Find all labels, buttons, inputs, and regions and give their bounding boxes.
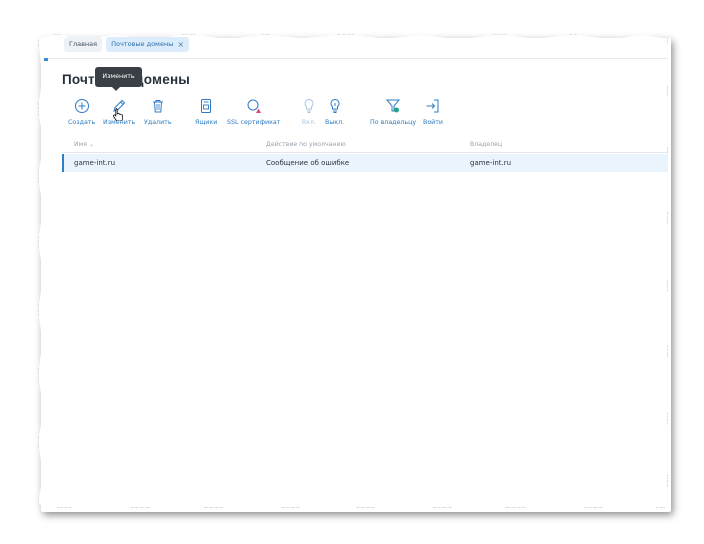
login-button[interactable]: Войти [423,98,443,126]
login-icon [426,99,439,113]
plus-circle-icon [74,99,89,113]
sort-chevron-icon: ⌄ [89,141,95,148]
cell-default-action: Сообщение об ошибке [266,159,350,167]
cell-name: game-int.ru [74,159,116,167]
tab-home[interactable]: Главная [64,37,103,52]
mailboxes-button[interactable]: Ящики [195,98,217,126]
create-button[interactable]: Создать [68,98,95,126]
edit-tooltip: Изменить [95,67,142,91]
tab-mail-domains[interactable]: Почтовые домены × [106,37,190,52]
table-header: Имя ⌄ Действие по умолчанию Владелец [62,138,668,153]
login-label: Войти [423,119,444,126]
filter-icon [386,99,401,113]
bulb-on-icon [304,98,314,113]
filter-by-owner-button[interactable]: По владельцу [370,98,416,126]
column-header-name-label: Имя [74,141,88,148]
enable-button[interactable]: Вкл. [301,98,317,126]
delete-button[interactable]: Удалить [144,98,172,126]
mailboxes-label: Ящики [195,119,218,126]
tab-bar: Главная Почтовые домены × [64,37,190,53]
ssl-certificate-label: SSL сертификат [227,119,281,126]
toolbar: Создать Изменить Удалить Ящики SSL серти… [62,98,662,130]
bulb-off-icon [330,98,340,113]
tab-mail-domains-label: Почтовые домены [111,40,174,48]
column-header-name[interactable]: Имя ⌄ [74,141,94,148]
ssl-certificate-button[interactable]: SSL сертификат [227,98,280,126]
column-header-default-action[interactable]: Действие по умолчанию [266,141,346,148]
row-selection-indicator [62,154,64,172]
mailbox-icon [201,99,212,113]
filter-by-owner-label: По владельцу [370,119,417,126]
create-label: Создать [68,119,96,126]
column-header-owner[interactable]: Владелец [470,141,502,148]
close-icon[interactable]: × [177,37,184,52]
table-row[interactable]: game-int.ru Сообщение об ошибке game-int… [62,154,668,172]
tabs-divider [44,58,668,59]
hand-cursor-icon [112,108,123,121]
disable-button[interactable]: Выкл. [325,98,344,126]
cell-owner: game-int.ru [470,159,512,167]
disable-label: Выкл. [325,119,345,126]
sidebar-accent-marker [44,58,48,61]
enable-label: Вкл. [301,119,317,126]
delete-label: Удалить [144,119,172,126]
ssl-certificate-icon [247,99,261,113]
trash-icon [152,100,163,113]
